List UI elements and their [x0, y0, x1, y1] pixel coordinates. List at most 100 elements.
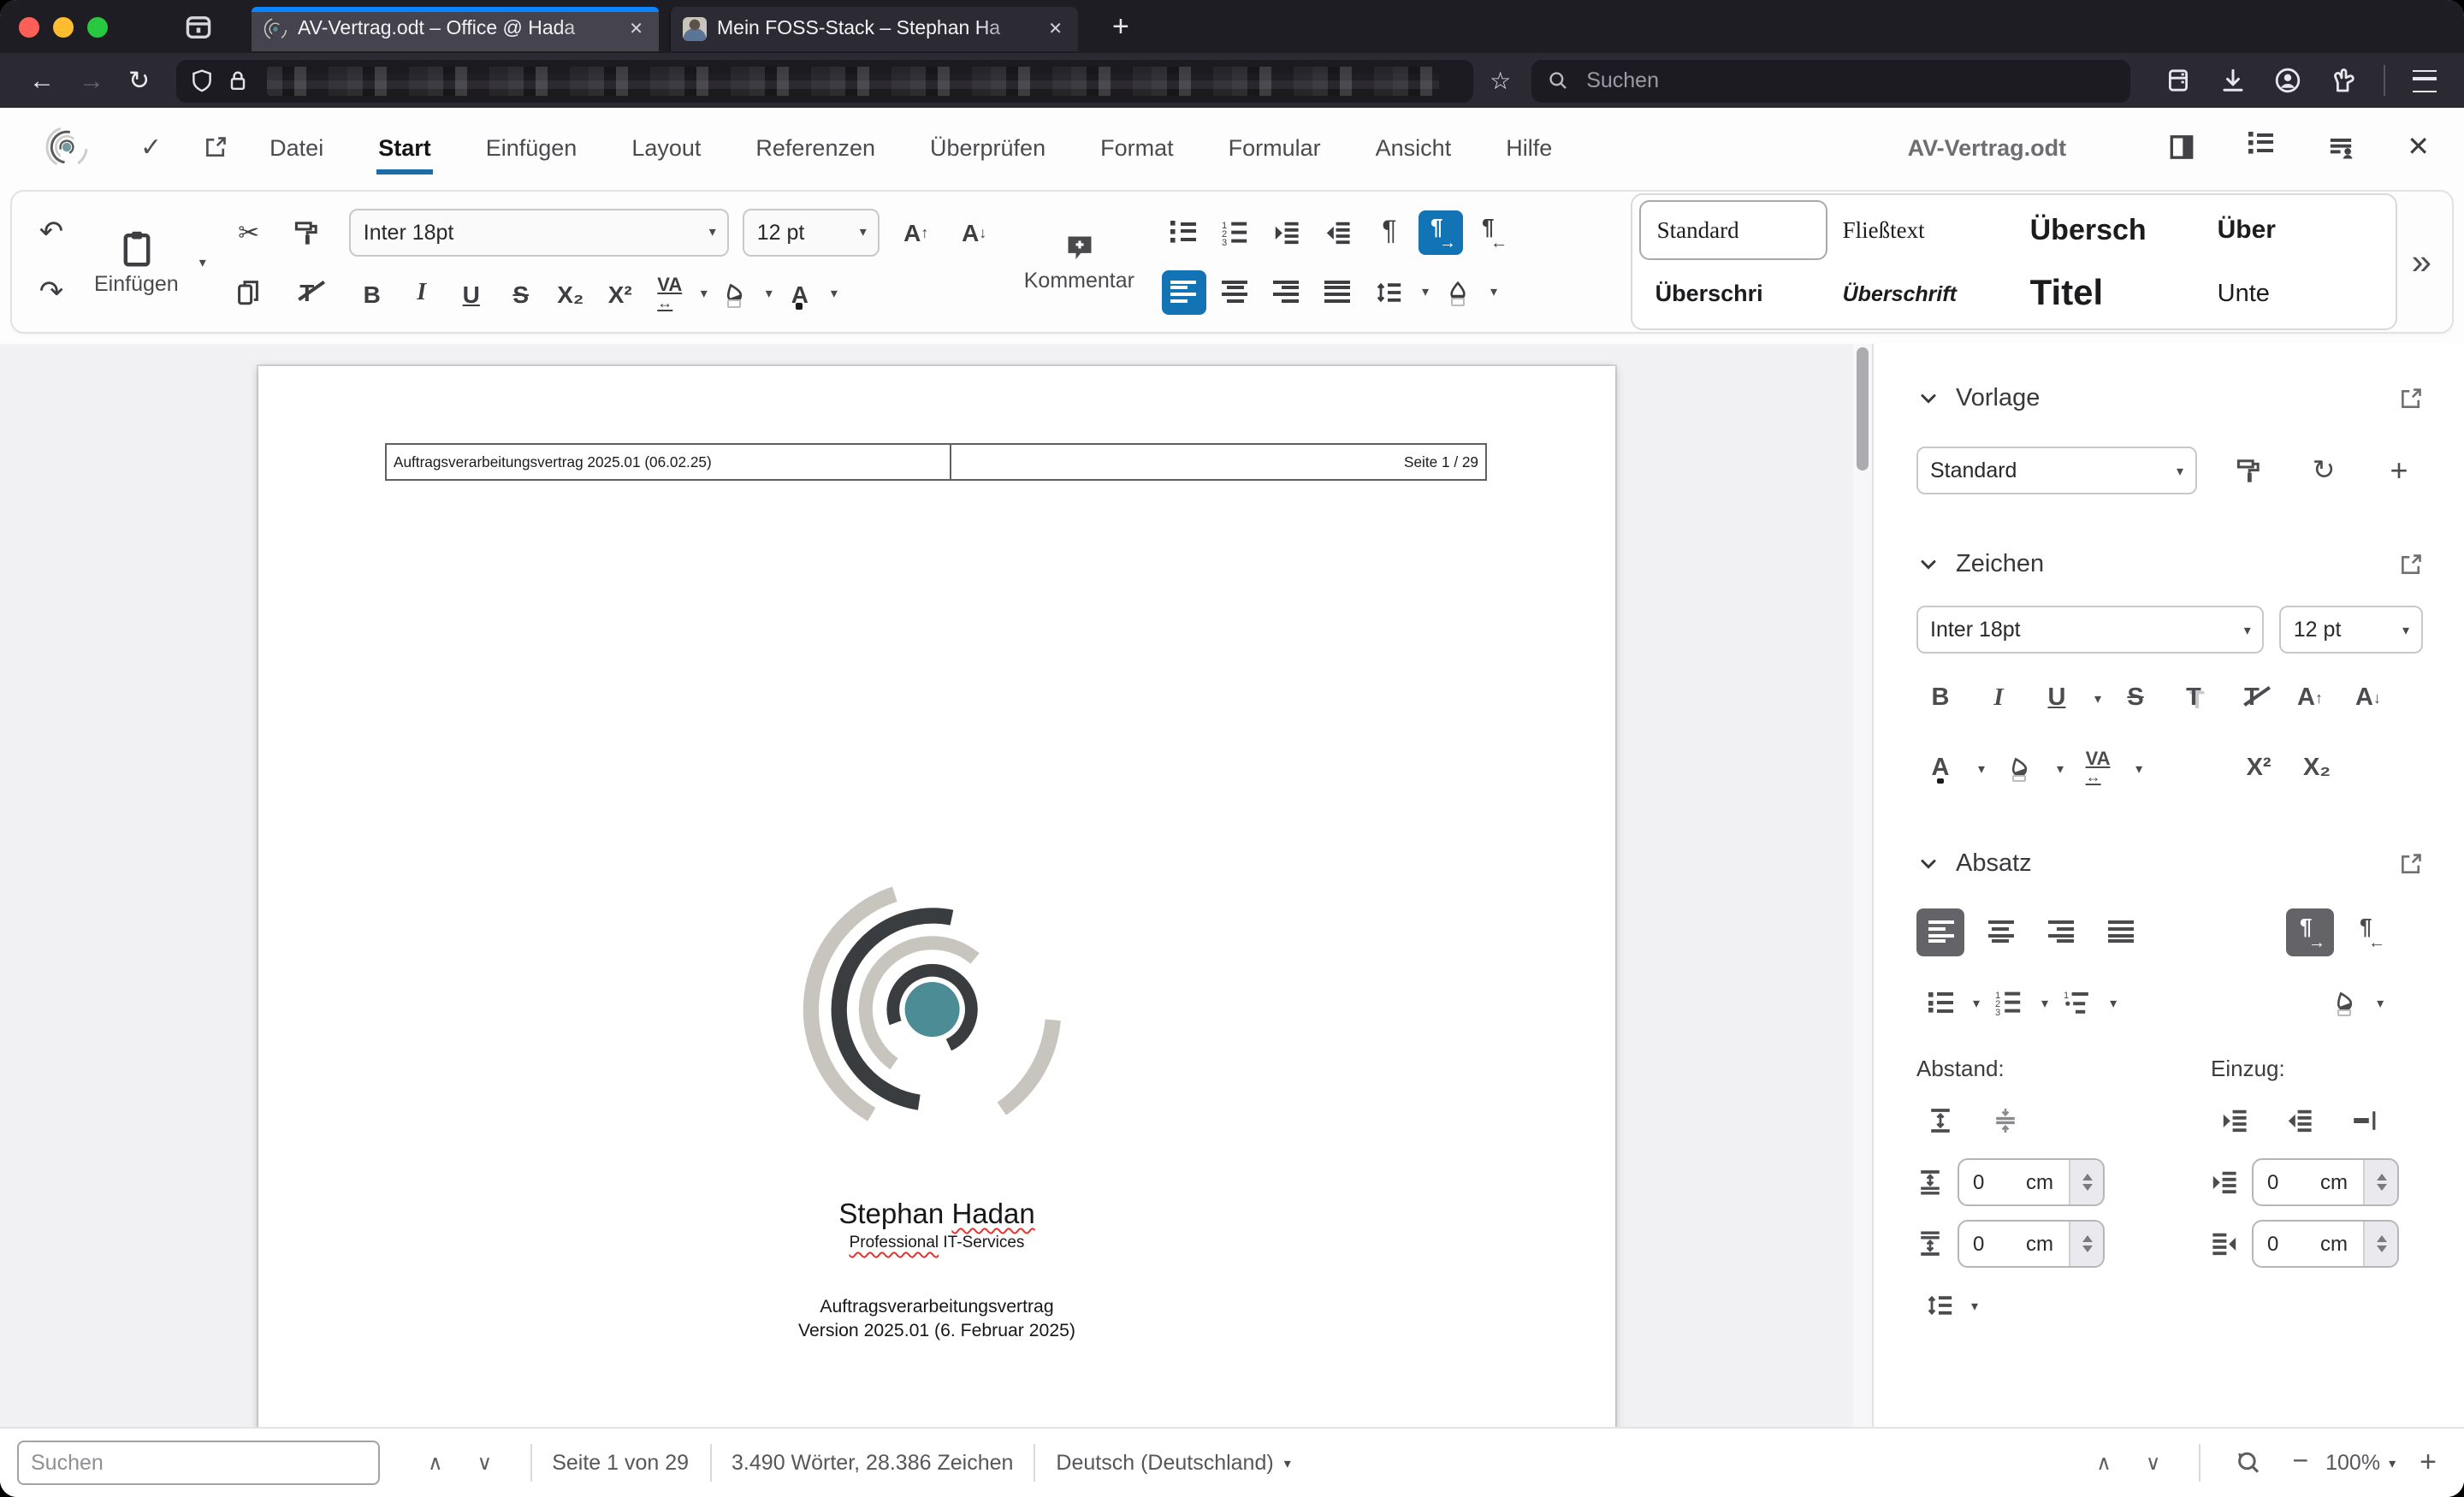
- align-left-button[interactable]: [1916, 908, 1964, 956]
- style-untertitel[interactable]: Unte: [2202, 265, 2390, 322]
- stepper[interactable]: [2363, 1222, 2397, 1266]
- paragraph-background-caret[interactable]: ▾: [1490, 284, 1497, 299]
- close-document-icon[interactable]: ✕: [2407, 130, 2430, 164]
- containers-icon[interactable]: [2154, 62, 2202, 99]
- character-spacing-caret[interactable]: ▾: [2135, 760, 2142, 776]
- browser-search-input[interactable]: [1583, 67, 2116, 94]
- open-dialog-icon[interactable]: [2399, 852, 2423, 876]
- character-spacing-button[interactable]: VA ↔: [2074, 744, 2122, 792]
- close-tab-icon[interactable]: ✕: [625, 16, 647, 42]
- style-fliesstext[interactable]: Fließtext: [1827, 202, 2015, 258]
- section-absatz[interactable]: Absatz: [1916, 850, 2423, 878]
- sidebar-font-name-combobox[interactable]: Inter 18pt ▾: [1916, 606, 2265, 654]
- save-check-icon[interactable]: ✓: [140, 132, 162, 163]
- character-spacing-button[interactable]: VA ↔: [648, 271, 692, 316]
- menu-layout[interactable]: Layout: [630, 124, 702, 170]
- after-text-indent-field[interactable]: 0 cm: [2252, 1220, 2399, 1268]
- hanging-indent-button[interactable]: [2341, 1097, 2389, 1145]
- close-tab-icon[interactable]: ✕: [1045, 16, 1066, 42]
- menu-ansicht[interactable]: Ansicht: [1374, 124, 1454, 170]
- url-bar[interactable]: [175, 59, 1473, 102]
- right-to-left-button[interactable]: ¶ ←: [2346, 908, 2394, 956]
- strikethrough-button[interactable]: S: [499, 271, 543, 316]
- stepper[interactable]: [2069, 1222, 2103, 1266]
- align-right-button[interactable]: [1265, 269, 1309, 314]
- numbered-list-button[interactable]: [1213, 210, 1258, 254]
- bold-button[interactable]: B: [350, 271, 394, 316]
- menu-ueberpruefen[interactable]: Überprüfen: [928, 124, 1047, 170]
- bullet-list-caret[interactable]: ▾: [1973, 995, 1980, 1010]
- stepper[interactable]: [2069, 1160, 2103, 1204]
- document-list-icon[interactable]: [2248, 131, 2274, 163]
- numbered-list-caret[interactable]: ▾: [2041, 995, 2048, 1010]
- underline-button[interactable]: U: [449, 271, 494, 316]
- redo-button[interactable]: ↷: [29, 269, 74, 314]
- zoom-in-button[interactable]: +: [2420, 1446, 2437, 1480]
- firefox-view-icon[interactable]: [183, 11, 214, 42]
- clear-formatting-button[interactable]: T: [2228, 674, 2276, 722]
- character-spacing-caret[interactable]: ▾: [701, 286, 708, 301]
- extension-icon[interactable]: [2319, 62, 2366, 99]
- right-to-left-button[interactable]: ¶ ←: [1470, 210, 1514, 254]
- justify-button[interactable]: [2096, 908, 2144, 956]
- zoom-window-button[interactable]: [87, 16, 108, 37]
- font-color-caret[interactable]: ▾: [1978, 760, 1985, 776]
- section-zeichen[interactable]: Zeichen: [1916, 551, 2423, 578]
- align-center-button[interactable]: [1976, 908, 2024, 956]
- paragraph-style-combobox[interactable]: Standard ▾: [1916, 447, 2197, 494]
- line-spacing-caret[interactable]: ▾: [1971, 1298, 1978, 1313]
- increase-indent-button[interactable]: [2211, 1097, 2259, 1145]
- shrink-font-button[interactable]: A ↓: [952, 210, 997, 254]
- comment-button[interactable]: Kommentar: [1024, 232, 1134, 292]
- font-name-combobox[interactable]: Inter 18pt ▾: [349, 208, 730, 256]
- document-page[interactable]: Auftragsverarbeitungsvertrag 2025.01 (06…: [258, 366, 1615, 1427]
- outline-list-button[interactable]: [2053, 979, 2101, 1027]
- grow-font-button[interactable]: A ↑: [894, 210, 939, 254]
- stepper[interactable]: [2363, 1160, 2397, 1204]
- highlight-color-caret[interactable]: ▾: [766, 286, 773, 301]
- forward-button[interactable]: →: [67, 68, 116, 93]
- paste-button[interactable]: Einfügen: [94, 228, 179, 295]
- copy-button[interactable]: [227, 269, 271, 314]
- open-dialog-icon[interactable]: [2399, 553, 2423, 577]
- style-standard[interactable]: Standard: [1639, 200, 1827, 260]
- numbered-list-button[interactable]: [1985, 979, 2033, 1027]
- left-to-right-button[interactable]: ¶ →: [1418, 210, 1463, 254]
- subscript-button[interactable]: X₂: [548, 271, 593, 316]
- new-tab-button[interactable]: +: [1102, 9, 1140, 44]
- font-size-combobox[interactable]: 12 pt ▾: [743, 208, 880, 256]
- vertical-scrollbar[interactable]: [1853, 344, 1872, 1427]
- highlight-color-caret[interactable]: ▾: [2057, 760, 2064, 776]
- back-button[interactable]: ←: [17, 68, 67, 93]
- find-previous-button[interactable]: ∧: [411, 1451, 460, 1475]
- outline-list-caret[interactable]: ▾: [2110, 995, 2117, 1010]
- italic-button[interactable]: I: [400, 271, 444, 316]
- paragraph-background-button[interactable]: [1436, 269, 1480, 314]
- account-icon[interactable]: [2264, 62, 2312, 99]
- bold-button[interactable]: B: [1916, 674, 1964, 722]
- app-menu-icon[interactable]: [2402, 64, 2447, 97]
- before-text-indent-field[interactable]: 0 cm: [2252, 1158, 2399, 1206]
- font-color-caret[interactable]: ▾: [831, 286, 838, 301]
- reload-button[interactable]: ↻: [116, 68, 162, 93]
- align-left-button[interactable]: [1161, 269, 1206, 314]
- shadow-button[interactable]: T: [2170, 674, 2218, 722]
- font-color-button[interactable]: A: [1916, 744, 1964, 792]
- menu-start[interactable]: Start: [376, 124, 433, 174]
- grow-font-button[interactable]: A ↑: [2286, 674, 2334, 722]
- refresh-style-button[interactable]: ↻: [2300, 447, 2348, 494]
- zoom-caret[interactable]: ▾: [2389, 1455, 2396, 1470]
- style-ueberschrift-3[interactable]: Überschri: [1640, 265, 1827, 322]
- align-right-button[interactable]: [2036, 908, 2084, 956]
- next-page-button[interactable]: ∨: [2129, 1451, 2178, 1475]
- justify-button[interactable]: [1316, 269, 1360, 314]
- superscript-button[interactable]: X²: [2235, 744, 2283, 792]
- font-color-button[interactable]: A: [778, 271, 822, 316]
- find-next-button[interactable]: ∨: [460, 1451, 510, 1475]
- below-spacing-field[interactable]: 0 cm: [1958, 1220, 2105, 1268]
- minimize-window-button[interactable]: [53, 16, 74, 37]
- bullet-list-button[interactable]: [1162, 210, 1206, 254]
- zoom-level[interactable]: 100%: [2325, 1451, 2380, 1475]
- style-ueberschrift-1[interactable]: Übersch: [2015, 202, 2202, 258]
- scrollbar-thumb[interactable]: [1857, 347, 1869, 470]
